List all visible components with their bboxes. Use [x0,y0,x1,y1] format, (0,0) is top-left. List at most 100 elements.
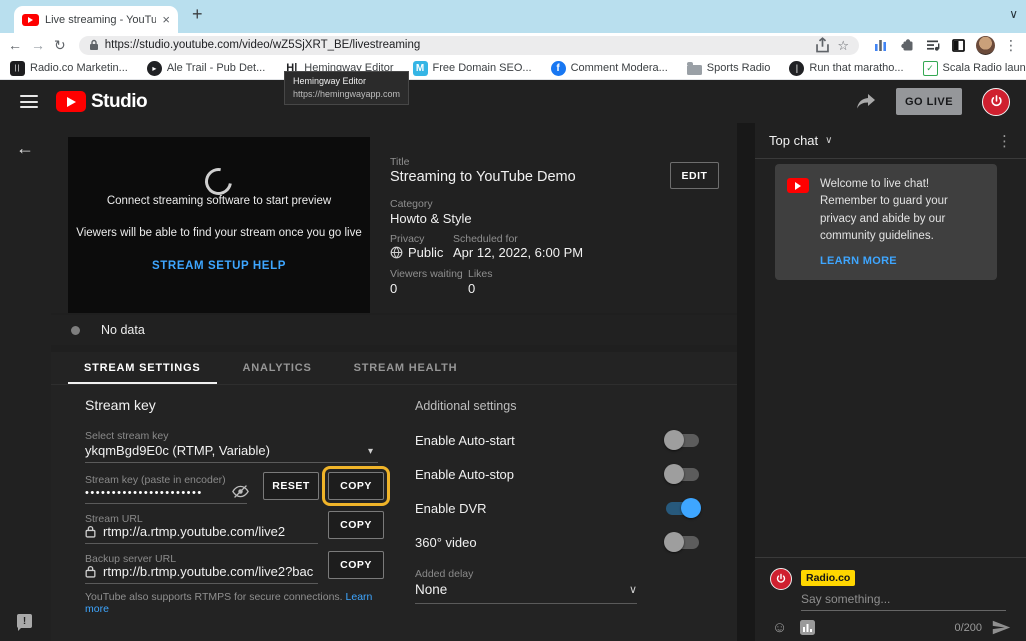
stream-key-masked-value[interactable]: •••••••••••••••••••••• [85,487,203,499]
bookmark-radio-co-marketin[interactable]: ||Radio.co Marketin... [10,61,128,76]
toggle-enable-dvr[interactable] [666,502,699,515]
share-arrow-icon[interactable] [856,94,876,110]
equalizer-extension-icon[interactable] [872,37,889,54]
top-chat-selector[interactable]: Top chat [769,133,818,148]
poll-icon[interactable] [800,620,815,635]
feedback-icon[interactable]: ! [17,614,32,628]
no-data-label: No data [101,323,145,337]
chevron-down-icon[interactable]: ∨ [825,135,832,146]
browser-menu-icon[interactable]: ⋮ [1004,37,1018,54]
tab-analytics[interactable]: ANALYTICS [227,352,328,384]
field-underline [85,462,378,463]
lock-icon [85,525,96,538]
added-delay-label: Added delay [415,568,473,580]
bookmark-star-icon[interactable]: ☆ [837,39,849,52]
chat-learn-more-link[interactable]: LEARN MORE [820,255,985,267]
check-favicon: ✓ [923,61,938,76]
tab-stream-health[interactable]: STREAM HEALTH [338,352,474,384]
extensions-puzzle-icon[interactable] [898,37,915,54]
select-caret-icon: ▾ [368,446,373,457]
hamburger-menu-icon[interactable] [20,95,38,108]
send-icon[interactable] [992,620,1011,635]
studio-logo[interactable]: Studio [56,91,147,113]
stream-key-section: Stream key Select stream key ykqmBgd9E0c… [85,385,390,641]
back-icon[interactable]: ← [8,38,22,52]
field-underline [85,503,247,504]
forward-icon[interactable]: → [31,38,45,52]
setting-row-enable-dvr: Enable DVR [415,491,715,525]
section-tabs: STREAM SETTINGS ANALYTICS STREAM HEALTH [51,352,737,385]
title-label: Title [390,156,409,168]
bookmark-run-that-maratho[interactable]: |Run that maratho... [789,61,903,76]
toggle-enable-auto-stop[interactable] [666,468,699,481]
chat-menu-icon[interactable]: ⋮ [997,132,1012,150]
bookmark-comment-modera[interactable]: fComment Modera... [551,61,668,76]
bookmarks-list: ||Radio.co Marketin... ▸Ale Trail - Pub D… [10,61,1026,76]
share-icon[interactable] [814,37,831,54]
copy-stream-url-button[interactable]: COPY [328,511,384,539]
bookmark-ale-trail-pub-det[interactable]: ▸Ale Trail - Pub Det... [147,61,265,76]
browser-profile-avatar[interactable] [976,36,995,55]
field-underline [85,583,318,584]
stream-key-field-label: Stream key (paste in encoder) [85,474,226,486]
stream-overview-card: Connect streaming software to start prev… [51,123,737,313]
eye-off-icon[interactable] [232,484,249,499]
likes-value: 0 [468,281,475,296]
youtube-favicon [22,14,39,26]
bookmark-sports-radio[interactable]: Sports Radio [687,62,771,75]
backup-url-value[interactable]: rtmp://b.rtmp.youtube.com/live2?bac [103,564,313,579]
contrast-extension-icon[interactable] [950,37,967,54]
stream-url-value[interactable]: rtmp://a.rtmp.youtube.com/live2 [103,524,285,539]
chat-header: Top chat ∨ ⋮ [755,123,1026,159]
go-live-button[interactable]: GO LIVE [896,88,962,115]
edit-button[interactable]: EDIT [670,162,719,189]
reload-icon[interactable]: ↻ [54,38,66,52]
copy-backup-url-button[interactable]: COPY [328,551,384,579]
privacy-label: Privacy [390,233,424,245]
url-bar[interactable]: https://studio.youtube.com/video/wZ5SjXR… [79,36,859,55]
playlist-extension-icon[interactable] [924,37,941,54]
scheduled-label: Scheduled for [453,233,518,245]
char-counter: 0/200 [954,622,982,634]
content-area: ← ! Connect streaming software to start … [0,123,1026,641]
chat-username-badge: Radio.co [801,570,855,586]
setting-label: Enable Auto-stop [415,467,514,482]
bookmark-label: Sports Radio [707,62,771,74]
select-stream-key-label: Select stream key [85,430,168,442]
channel-avatar[interactable] [982,88,1010,116]
reset-button[interactable]: RESET [263,472,319,500]
new-tab-button[interactable]: + [192,4,203,25]
scheduled-value: Apr 12, 2022, 6:00 PM [453,245,583,260]
power-icon [989,94,1004,109]
window-chevron-icon[interactable]: ∨ [1009,7,1018,21]
emoji-icon[interactable]: ☺ [772,619,787,636]
bookmark-scala-radio-launc[interactable]: ✓ Scala Radio launc... [923,61,1026,76]
bookmarks-bar: ||Radio.co Marketin... ▸Ale Trail - Pub D… [0,57,1026,80]
stream-setup-help-link[interactable]: STREAM SETUP HELP [68,260,370,272]
stream-settings-panel: Stream key Select stream key ykqmBgd9E0c… [51,385,737,641]
browser-tab[interactable]: Live streaming - YouTube Stud × [14,6,178,33]
folder-favicon [687,65,702,75]
status-dot-icon [71,326,80,335]
bookmark-label: Free Domain SEO... [433,62,532,74]
chat-message-input[interactable]: Say something... [801,592,1006,611]
back-arrow-icon[interactable]: ← [16,138,34,159]
copy-stream-key-button[interactable]: COPY [328,472,384,500]
toggle-360-video[interactable] [666,536,699,549]
tab-close-icon[interactable]: × [162,13,170,26]
analytics-status-bar: No data [51,315,737,345]
category-value: Howto & Style [390,211,472,226]
rtmps-note: YouTube also supports RTMPS for secure c… [85,591,390,615]
stream-title: Streaming to YouTube Demo [390,169,576,185]
field-underline [415,603,637,604]
toggle-enable-auto-start[interactable] [666,434,699,447]
preview-message-2: Viewers will be able to find your stream… [68,227,370,239]
stream-key-heading: Stream key [85,397,156,413]
tab-stream-settings[interactable]: STREAM SETTINGS [68,352,217,384]
stream-key-select[interactable]: ykqmBgd9E0c (RTMP, Variable) [85,443,378,458]
bookmark-free-domain-seo[interactable]: MFree Domain SEO... [413,61,532,76]
bookmark-label: Run that maratho... [809,62,903,74]
bookmark-label: Scala Radio launc... [943,62,1026,74]
browser-tab-strip: Live streaming - YouTube Stud × + ∨ [0,0,1026,33]
added-delay-select[interactable]: None ∨ [415,582,637,597]
